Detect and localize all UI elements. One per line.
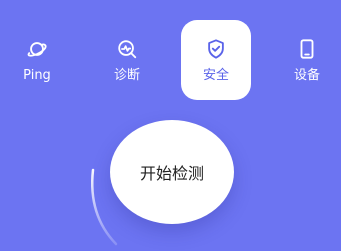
start-detect-button[interactable]: 开始检测	[110, 120, 234, 224]
start-detect-label: 开始检测	[139, 164, 204, 183]
network-tools-screen: Ping 诊断 安全 设备 开始检测	[0, 0, 341, 251]
